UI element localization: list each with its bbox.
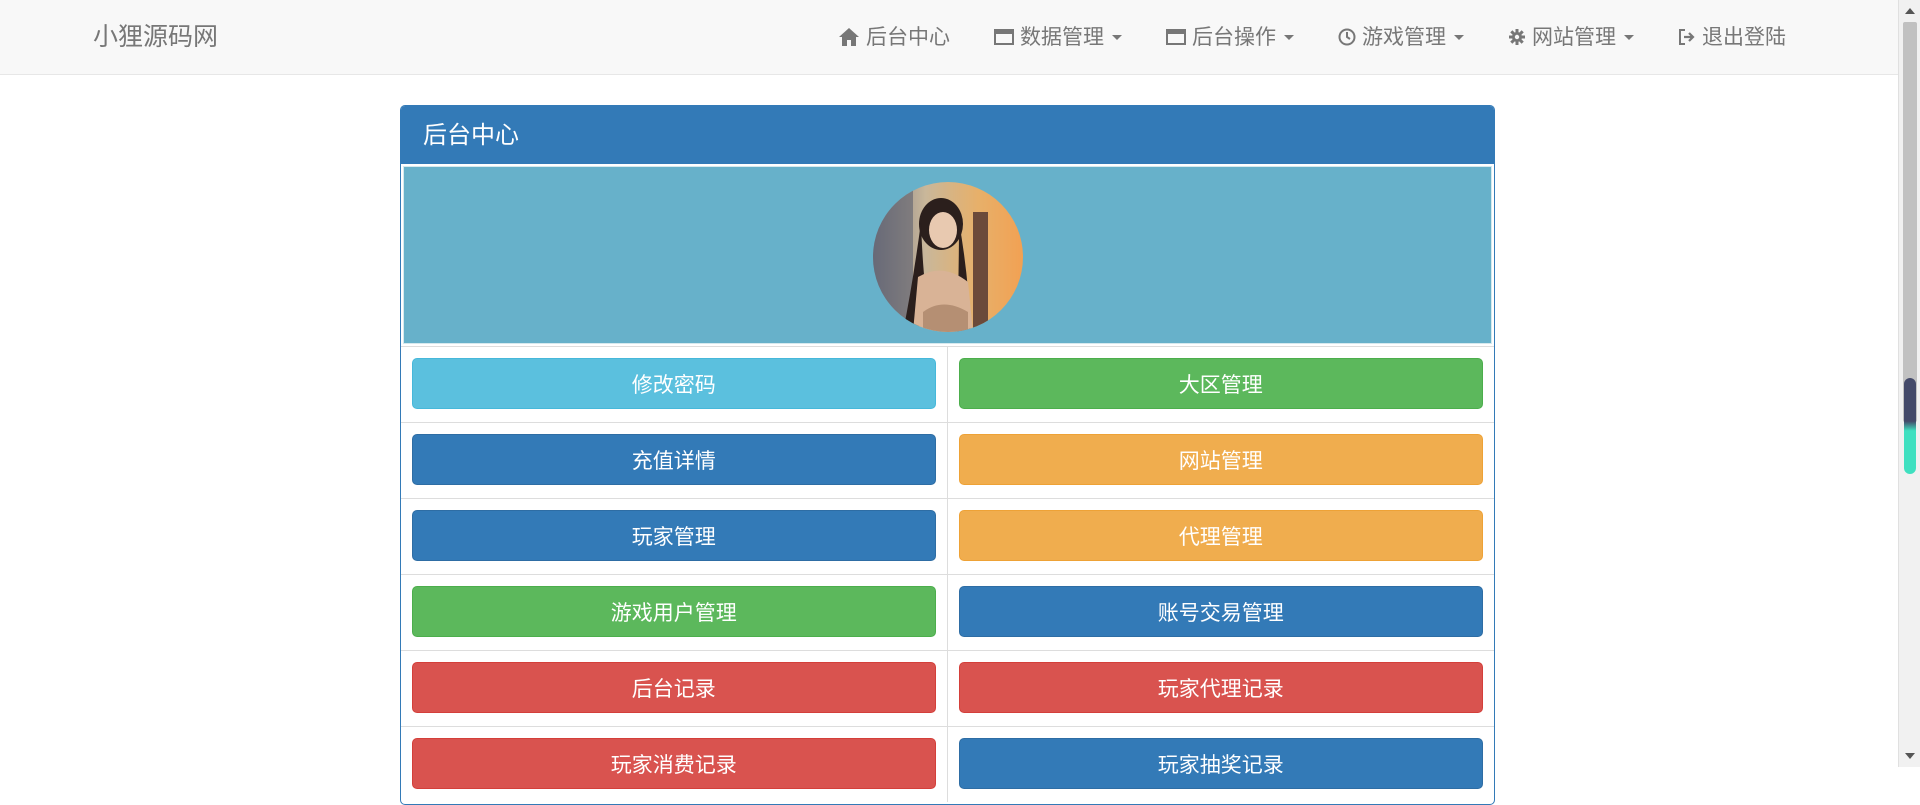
agent-management-button[interactable]: 代理管理 [958, 510, 1483, 561]
action-button-grid: 修改密码 大区管理 充值详情 网站管理 玩家管理 代理管理 游戏用户管理 账号交… [401, 346, 1494, 802]
grid-cell: 充值详情 [401, 422, 948, 498]
avatar-section [403, 166, 1492, 344]
grid-cell: 玩家消费记录 [401, 726, 948, 802]
caret-down-icon [1624, 34, 1634, 40]
grid-cell: 玩家代理记录 [947, 650, 1494, 726]
game-user-management-button[interactable]: 游戏用户管理 [412, 586, 936, 637]
grid-cell: 后台记录 [401, 650, 948, 726]
recharge-details-button[interactable]: 充值详情 [412, 434, 936, 485]
caret-down-icon [1454, 34, 1464, 40]
nav-item-logout[interactable]: 退出登陆 [1656, 18, 1808, 56]
panel-title: 后台中心 [401, 106, 1494, 164]
vertical-scrollbar[interactable] [1898, 0, 1920, 767]
scroll-thumb[interactable] [1903, 22, 1917, 422]
player-spending-log-button[interactable]: 玩家消费记录 [412, 738, 936, 789]
grid-cell: 大区管理 [947, 346, 1494, 422]
region-management-button[interactable]: 大区管理 [958, 358, 1483, 409]
grid-cell: 网站管理 [947, 422, 1494, 498]
scroll-up-icon[interactable] [1905, 8, 1915, 14]
nav-item-site-management[interactable]: 网站管理 [1486, 18, 1656, 56]
nav-item-label: 后台中心 [866, 25, 950, 49]
caret-down-icon [1284, 34, 1294, 40]
grid-cell: 账号交易管理 [947, 574, 1494, 650]
grid-cell: 修改密码 [401, 346, 948, 422]
caret-down-icon [1112, 34, 1122, 40]
dashboard-panel: 后台中心 修改密码 大区管理 充值详情 网站管理 玩家管理 代理管理 游戏用户管… [400, 105, 1495, 805]
player-lottery-log-button[interactable]: 玩家抽奖记录 [958, 738, 1483, 789]
nav-item-data-management[interactable]: 数据管理 [972, 18, 1144, 56]
player-management-button[interactable]: 玩家管理 [412, 510, 936, 561]
top-navbar: 小狸源码网 后台中心 数据管理 后台操作 游戏管理 网站管理 退出登陆 [0, 0, 1898, 75]
site-management-button[interactable]: 网站管理 [958, 434, 1483, 485]
grid-cell: 玩家抽奖记录 [947, 726, 1494, 802]
nav-item-backend-ops[interactable]: 后台操作 [1144, 18, 1316, 56]
nav-item-label: 退出登陆 [1702, 25, 1786, 49]
window-icon [1166, 29, 1186, 45]
nav-item-label: 后台操作 [1192, 25, 1276, 49]
nav-menu: 后台中心 数据管理 后台操作 游戏管理 网站管理 退出登陆 [816, 18, 1808, 56]
clock-icon [1338, 28, 1356, 46]
window-icon [994, 29, 1014, 45]
scroll-indicator [1904, 378, 1916, 474]
nav-item-label: 游戏管理 [1362, 25, 1446, 49]
backend-log-button[interactable]: 后台记录 [412, 662, 936, 713]
grid-cell: 代理管理 [947, 498, 1494, 574]
change-password-button[interactable]: 修改密码 [412, 358, 936, 409]
nav-item-label: 网站管理 [1532, 25, 1616, 49]
scroll-down-icon[interactable] [1905, 753, 1915, 759]
home-icon [838, 27, 860, 47]
nav-item-dashboard[interactable]: 后台中心 [816, 18, 972, 56]
site-brand[interactable]: 小狸源码网 [93, 18, 218, 56]
account-trade-management-button[interactable]: 账号交易管理 [958, 586, 1483, 637]
gear-icon [1508, 28, 1526, 46]
grid-cell: 游戏用户管理 [401, 574, 948, 650]
logout-icon [1678, 28, 1696, 46]
grid-cell: 玩家管理 [401, 498, 948, 574]
nav-item-game-management[interactable]: 游戏管理 [1316, 18, 1486, 56]
player-agent-log-button[interactable]: 玩家代理记录 [958, 662, 1483, 713]
user-avatar [872, 182, 1023, 332]
nav-item-label: 数据管理 [1020, 25, 1104, 49]
